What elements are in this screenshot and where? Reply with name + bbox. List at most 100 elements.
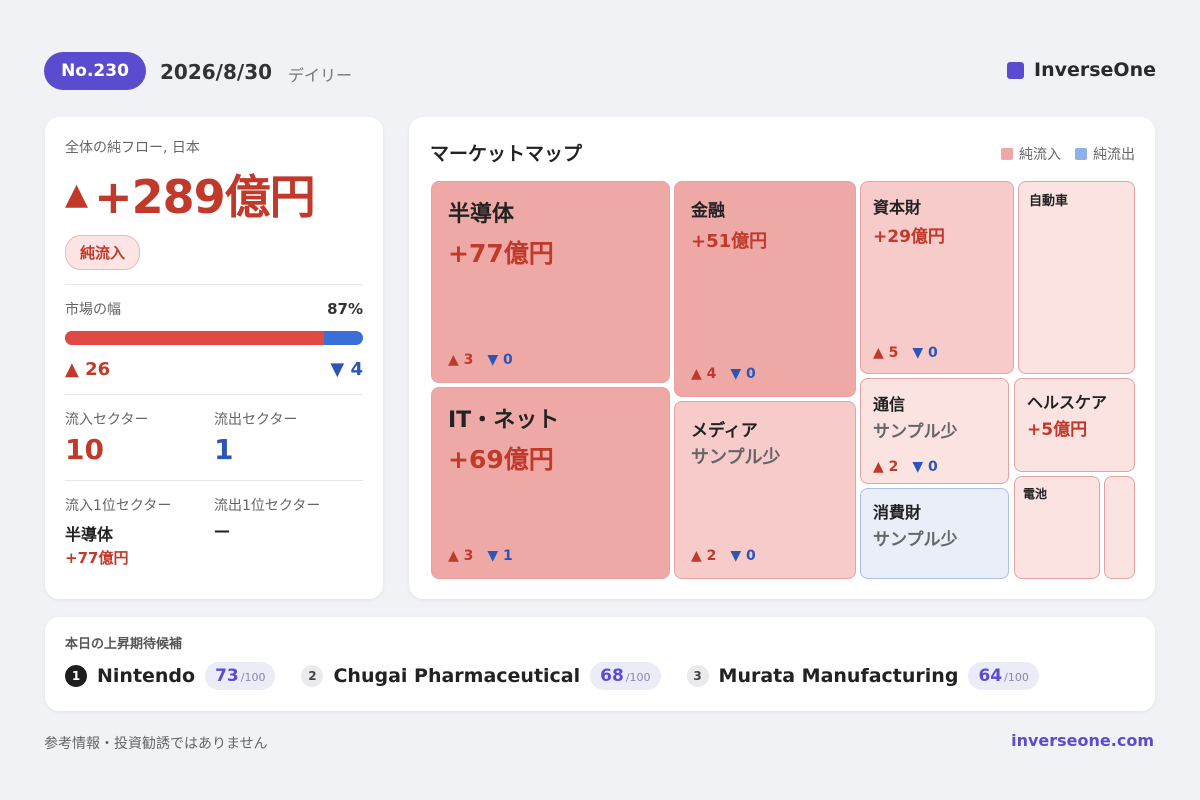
brand: InverseOne <box>1007 59 1156 81</box>
sector-tile-capital-goods[interactable]: 資本財 +29億円 ▲ 5 ▼ 0 <box>860 181 1014 374</box>
summary-card: 全体の純フロー, 日本 ▲ +289億円 純流入 市場の幅 87% ▲ 26 ▼… <box>45 117 383 599</box>
divider <box>65 394 363 395</box>
sector-tile-down: ▼ 0 <box>912 345 938 361</box>
sector-tile-batteries[interactable]: 電池 <box>1014 476 1100 579</box>
sector-tile-name: IT・ネット <box>448 408 560 433</box>
top-outflow-sector-label: 流出1位セクター <box>214 498 321 514</box>
market-breadth-value: 87% <box>327 300 363 318</box>
inflow-sectors-count: 10 <box>65 433 104 466</box>
brand-name: InverseOne <box>1034 59 1156 81</box>
market-breadth-bar <box>65 331 363 345</box>
sector-tile-counts: ▲ 4 ▼ 0 <box>691 366 756 382</box>
market-map-title: マーケットマップ <box>430 143 583 165</box>
score-value: 64 <box>978 666 1003 686</box>
sector-tile-telecom[interactable]: 通信 サンプル少 ▲ 2 ▼ 0 <box>860 378 1009 484</box>
top-sectors: 流入1位セクター 半導体 +77億円 流出1位セクター — <box>65 495 363 568</box>
sector-tile-semiconductors[interactable]: 半導体 +77億円 ▲ 3 ▼ 0 <box>431 181 670 383</box>
candidate-score: 73/100 <box>205 662 276 690</box>
candidate-score: 68/100 <box>590 662 661 690</box>
sector-tile-down: ▼ 0 <box>730 366 756 382</box>
score-max: /100 <box>625 671 651 684</box>
candidates-card: 本日の上昇期待候補 1 Nintendo 73/100 2 Chugai Pha… <box>45 617 1155 711</box>
sector-tile-name: 自動車 <box>1029 194 1069 209</box>
sector-tile-finance[interactable]: 金融 +51億円 ▲ 4 ▼ 0 <box>674 181 856 397</box>
issue-badge: No.230 <box>44 52 146 90</box>
sector-tile-up: ▲ 2 <box>691 548 717 564</box>
sector-tile-it-internet[interactable]: IT・ネット +69億円 ▲ 3 ▼ 1 <box>431 387 670 579</box>
sector-tile-value: サンプル少 <box>873 422 958 442</box>
sector-tile-name: 電池 <box>1023 487 1048 501</box>
outflow-sectors-count: 1 <box>214 433 234 466</box>
sector-tile-counts: ▲ 2 ▼ 0 <box>691 548 756 564</box>
sector-tile-down: ▼ 0 <box>912 459 938 475</box>
inflow-sectors-label: 流入セクター <box>65 412 149 428</box>
sector-tile-healthcare[interactable]: ヘルスケア +5億円 <box>1014 378 1135 472</box>
legend-inflow-label: 純流入 <box>1019 147 1061 163</box>
top-inflow-sector-name: 半導体 <box>65 525 114 544</box>
divider <box>65 480 363 481</box>
score-value: 73 <box>215 666 239 686</box>
disclaimer: 参考情報・投資勧誘ではありません <box>44 736 268 752</box>
sector-tile-counts: ▲ 3 ▼ 0 <box>448 352 513 368</box>
candidate-item[interactable]: 2 Chugai Pharmaceutical 68/100 <box>301 662 661 690</box>
sector-tile-value: +51億円 <box>691 231 768 252</box>
sector-tile-value: +77億円 <box>448 239 554 268</box>
score-max: /100 <box>1004 671 1029 684</box>
header: No.230 2026/8/30 デイリー InverseOne <box>44 52 1156 90</box>
sector-tile-name: 金融 <box>691 201 725 221</box>
sector-tile-value: +29億円 <box>873 227 945 247</box>
sector-tile-name: 通信 <box>873 395 906 414</box>
decline-count: ▼ 4 <box>330 359 363 380</box>
sector-tile-up: ▲ 4 <box>691 366 717 382</box>
market-breadth-label: 市場の幅 <box>65 302 121 318</box>
outflow-sectors-label: 流出セクター <box>214 412 298 428</box>
market-map-card: マーケットマップ 純流入 純流出 半導体 +77億円 ▲ 3 ▼ 0 IT・ネッ… <box>409 117 1155 599</box>
top-outflow-sector-name: — <box>214 521 230 540</box>
net-inflow-badge: 純流入 <box>65 235 141 270</box>
sector-tile-counts: ▲ 5 ▼ 0 <box>873 345 938 361</box>
sector-tile-up: ▲ 5 <box>873 345 899 361</box>
candidates-title: 本日の上昇期待候補 <box>65 637 183 652</box>
rank-badge: 2 <box>301 665 324 687</box>
brand-logo-icon <box>1007 61 1024 79</box>
rank-badge: 3 <box>686 665 709 687</box>
candidate-item[interactable]: 1 Nintendo 73/100 <box>65 662 276 690</box>
rank-badge: 1 <box>65 665 87 687</box>
legend-inflow-swatch <box>1001 148 1013 160</box>
sector-tile-value: サンプル少 <box>691 447 781 468</box>
sector-tile-value: +69億円 <box>448 445 554 474</box>
sector-tile-down: ▼ 0 <box>730 548 756 564</box>
sector-tile-down: ▼ 0 <box>487 352 513 368</box>
site-link[interactable]: inverseone.com <box>1011 731 1154 750</box>
sector-tile-up: ▲ 3 <box>448 548 474 564</box>
sector-tile-small[interactable] <box>1104 476 1135 579</box>
sector-tile-value: サンプル少 <box>873 530 958 550</box>
market-breadth-bar-fill <box>65 331 325 345</box>
sector-tile-counts: ▲ 2 ▼ 0 <box>873 459 938 475</box>
advance-count: ▲ 26 <box>65 359 111 380</box>
legend-inflow: 純流入 <box>1001 144 1061 164</box>
candidate-name: Nintendo <box>97 665 196 687</box>
net-flow-value: +289億円 <box>94 170 316 224</box>
report-frequency: デイリー <box>288 66 353 85</box>
sector-tile-name: ヘルスケア <box>1027 393 1108 412</box>
top-inflow-sector-value: +77億円 <box>65 549 129 567</box>
advance-decline-counts: ▲ 26 ▼ 4 <box>65 359 363 380</box>
sector-tile-automobiles[interactable]: 自動車 <box>1018 181 1135 374</box>
score-value: 68 <box>600 666 624 686</box>
sector-tile-down: ▼ 1 <box>487 548 513 564</box>
sector-tile-up: ▲ 2 <box>873 459 899 475</box>
candidate-name: Chugai Pharmaceutical <box>333 665 581 687</box>
report-date: 2026/8/30 <box>160 60 273 84</box>
legend-outflow-swatch <box>1075 148 1087 160</box>
market-map-legend: 純流入 純流出 <box>1001 144 1135 164</box>
net-flow: ▲ +289億円 <box>65 161 363 227</box>
sector-tile-name: 消費財 <box>873 503 922 522</box>
sector-tile-media[interactable]: メディア サンプル少 ▲ 2 ▼ 0 <box>674 401 856 579</box>
sector-tile-value: +5億円 <box>1027 420 1088 440</box>
sector-tile-consumer-goods[interactable]: 消費財 サンプル少 <box>860 488 1009 579</box>
candidate-item[interactable]: 3 Murata Manufacturing 64/100 <box>686 662 1039 690</box>
net-flow-label: 全体の純フロー, 日本 <box>65 140 200 156</box>
top-inflow-sector-label: 流入1位セクター <box>65 498 172 514</box>
market-breadth-header: 市場の幅 87% <box>65 299 363 319</box>
